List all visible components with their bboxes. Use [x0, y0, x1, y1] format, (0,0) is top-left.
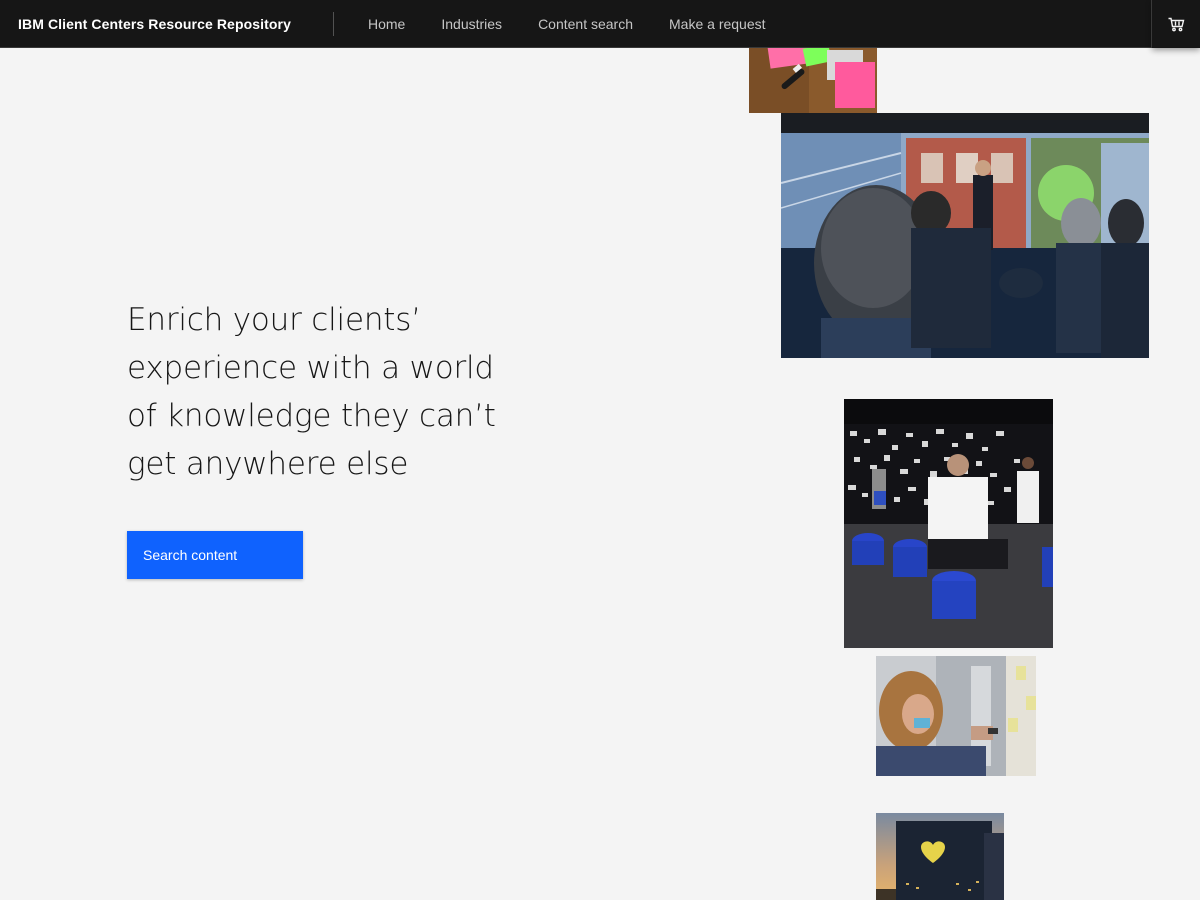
- nav-item-industries[interactable]: Industries: [423, 0, 520, 48]
- search-content-button[interactable]: Search content: [127, 531, 303, 579]
- photo-woman-with-phone: [876, 656, 1036, 776]
- main-nav: Home Industries Content search Make a re…: [334, 0, 784, 48]
- photo-data-wall-room: [844, 399, 1053, 648]
- nav-item-home[interactable]: Home: [350, 0, 423, 48]
- photo-building-heart: [876, 813, 1004, 900]
- photo-sticky-notes: [749, 48, 877, 113]
- shopping-cart-icon: [1168, 17, 1185, 32]
- header-divider: [333, 12, 334, 36]
- nav-item-make-a-request[interactable]: Make a request: [651, 0, 784, 48]
- hero-heading: Enrich your clients’ experience with a w…: [127, 302, 496, 482]
- brand-name[interactable]: IBM Client Centers Resource Repository: [0, 0, 334, 48]
- cart-button[interactable]: [1152, 0, 1200, 48]
- top-header: IBM Client Centers Resource Repository H…: [0, 0, 1200, 48]
- photo-presentation-room: [781, 113, 1149, 358]
- nav-item-content-search[interactable]: Content search: [520, 0, 651, 48]
